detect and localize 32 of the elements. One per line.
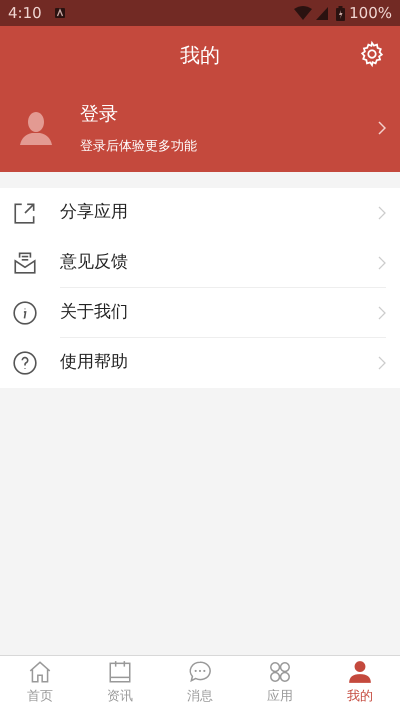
- menu-item[interactable]: 使用帮助: [0, 338, 400, 388]
- battery-level: 100%: [349, 2, 392, 24]
- tab[interactable]: 应用: [240, 656, 320, 710]
- tab[interactable]: 首页: [0, 656, 80, 710]
- login-hint: 登录后体验更多功能: [80, 138, 198, 156]
- chevron-right-icon: [378, 206, 386, 220]
- envelope-icon: [12, 250, 38, 276]
- info-icon: [12, 300, 38, 326]
- settings-icon[interactable]: [358, 40, 386, 68]
- chevron-right-icon: [378, 356, 386, 370]
- avatar-icon: [20, 111, 52, 145]
- menu-item[interactable]: 意见反馈: [0, 238, 400, 288]
- tab[interactable]: 资讯: [80, 656, 160, 710]
- calendar-icon: [107, 659, 133, 686]
- help-icon: [12, 350, 38, 376]
- menu-item[interactable]: 关于我们: [0, 288, 400, 338]
- battery-icon: [336, 6, 346, 20]
- chevron-right-icon: [378, 256, 386, 270]
- wifi-icon: [294, 6, 312, 20]
- login-row[interactable]: 登录 登录后体验更多功能: [0, 84, 400, 172]
- login-title: 登录: [80, 102, 119, 127]
- person-icon: [347, 659, 373, 686]
- chevron-right-icon: [378, 306, 386, 320]
- notification-icon: [54, 7, 66, 19]
- page-title: 我的: [180, 42, 220, 69]
- clock: 4:10: [8, 2, 42, 24]
- chevron-right-icon: [378, 121, 386, 135]
- tab[interactable]: 消息: [160, 656, 240, 710]
- signal-icon: [316, 6, 328, 20]
- tab[interactable]: 我的: [320, 656, 400, 710]
- menu-item[interactable]: 分享应用: [0, 188, 400, 238]
- home-icon: [27, 659, 53, 686]
